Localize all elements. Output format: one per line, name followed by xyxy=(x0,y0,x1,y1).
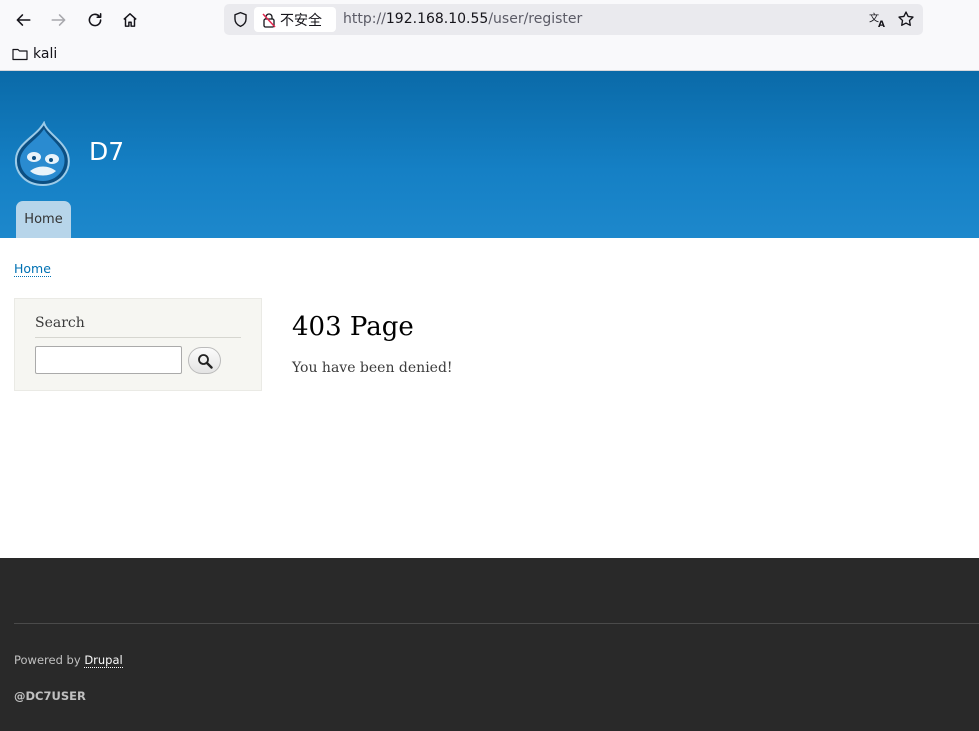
security-label: 不安全 xyxy=(280,12,322,29)
url-scheme: http:// xyxy=(343,11,386,27)
url-text[interactable]: http://192.168.10.55/user/register xyxy=(343,11,582,27)
forward-button[interactable] xyxy=(45,6,73,34)
back-button[interactable] xyxy=(9,6,37,34)
site-name[interactable]: D7 xyxy=(89,137,124,166)
footer-divider xyxy=(14,623,979,624)
bookmarks-toolbar: kali xyxy=(0,40,979,71)
main-menu-tab-label: Home xyxy=(24,212,63,227)
powered-by-text: Powered by Drupal xyxy=(14,653,123,668)
drupal-link[interactable]: Drupal xyxy=(84,653,123,668)
search-submit-button[interactable] xyxy=(188,347,221,374)
url-path: /user/register xyxy=(488,11,583,27)
magnifier-icon xyxy=(197,353,213,369)
footer-handle: @DC7USER xyxy=(14,689,86,703)
site-footer: Powered by Drupal @DC7USER xyxy=(0,558,979,731)
folder-icon xyxy=(12,48,28,61)
bookmark-folder-kali[interactable]: kali xyxy=(12,46,57,62)
browser-toolbar: 不安全 http://192.168.10.55/user/register 文… xyxy=(0,0,979,40)
divider xyxy=(35,337,241,338)
breadcrumb-home-link[interactable]: Home xyxy=(14,261,51,277)
page-body-text: You have been denied! xyxy=(292,360,453,376)
svg-text:A: A xyxy=(878,20,885,28)
url-bar[interactable]: 不安全 http://192.168.10.55/user/register 文… xyxy=(224,4,923,35)
translate-icon[interactable]: 文 A xyxy=(869,10,887,28)
main-menu-tab-home[interactable]: Home xyxy=(16,201,71,238)
page-title: 403 Page xyxy=(292,312,414,342)
site-header: D7 Home xyxy=(0,71,979,238)
sidebar-search-block: Search xyxy=(14,298,262,391)
arrow-right-icon xyxy=(51,14,66,26)
home-button[interactable] xyxy=(116,6,144,34)
reload-button[interactable] xyxy=(81,6,109,34)
powered-by-prefix: Powered by xyxy=(14,653,85,667)
reload-icon xyxy=(88,13,102,27)
arrow-left-icon xyxy=(16,14,31,26)
drupal-drop-logo[interactable] xyxy=(14,121,72,187)
tracking-shield-icon[interactable] xyxy=(232,11,249,28)
search-block-title: Search xyxy=(35,315,85,331)
search-input[interactable] xyxy=(35,346,182,374)
url-host: 192.168.10.55 xyxy=(385,11,489,27)
home-icon xyxy=(123,13,137,27)
security-indicator[interactable]: 不安全 xyxy=(254,7,336,32)
insecure-lock-icon xyxy=(262,12,276,28)
star-icon[interactable] xyxy=(897,10,915,28)
bookmark-label: kali xyxy=(33,46,58,62)
